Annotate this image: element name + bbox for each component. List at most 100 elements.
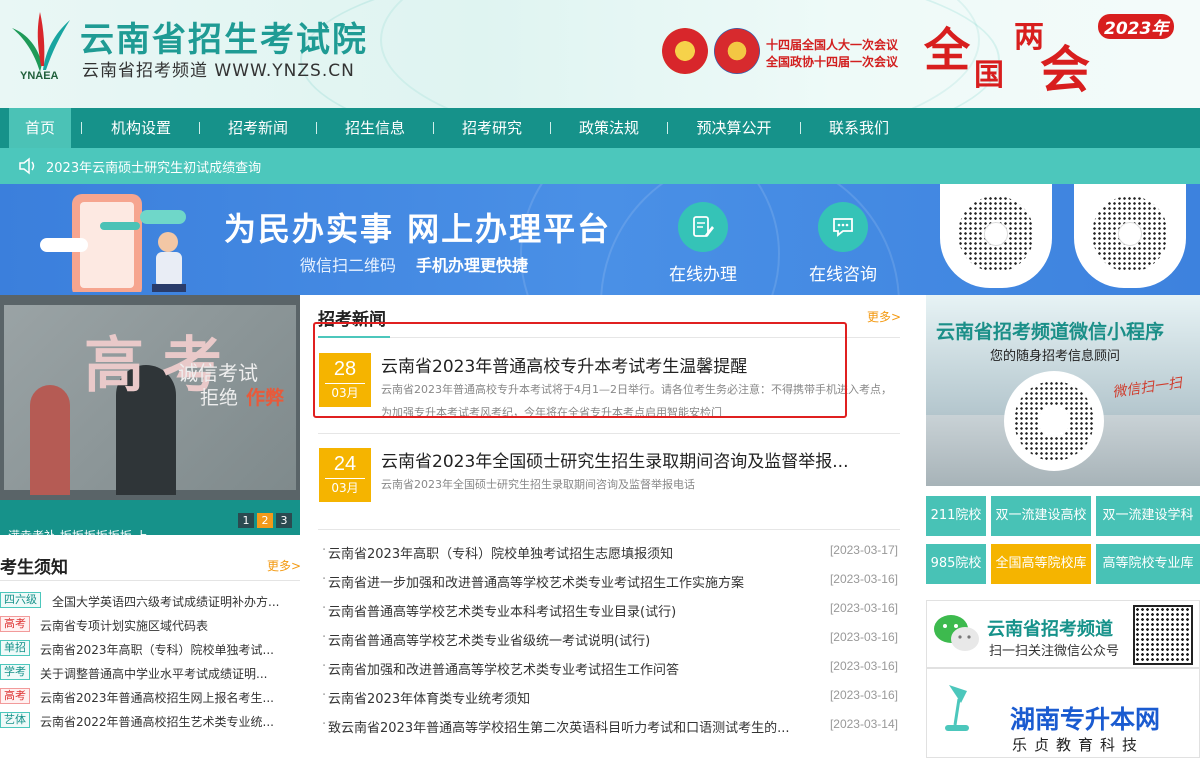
quick-link-double-first-class-universities[interactable]: 双一流建设高校: [991, 496, 1091, 536]
section-divider: [318, 529, 900, 530]
image-slider[interactable]: 高 考 诚信考试 拒绝 作弊 满幸考补 坂坂坂坂坂坂 上 1 2 3: [0, 295, 300, 535]
section-divider: [0, 580, 300, 581]
notice-more-link[interactable]: 更多>: [267, 557, 301, 574]
news-list-link[interactable]: 云南省2023年高职（专科）院校单独考试招生志愿填报须知: [328, 543, 673, 562]
online-consult-button[interactable]: [818, 202, 868, 252]
news-list-date: [2023-03-17]: [829, 543, 898, 557]
watermark-subtitle: 乐贞教育科技: [1012, 736, 1145, 754]
congress-line-1: 十四届全国人大一次会议: [766, 38, 899, 52]
quick-link-211[interactable]: 211院校: [926, 496, 986, 536]
nav-divider: [667, 122, 668, 134]
nav-divider: [550, 122, 551, 134]
news-list-item[interactable]: · 云南省加强和改进普通高等学校艺术类专业考试招生工作问答 [2023-03-1…: [322, 659, 900, 679]
news-list-item[interactable]: · 云南省普通高等学校艺术类专业省级统一考试说明(试行) [2023-03-16…: [322, 630, 900, 650]
notice-item-text[interactable]: 云南省2023年高职（专科）院校单独考试...: [40, 641, 298, 658]
news-list-link[interactable]: 云南省普通高等学校艺术类专业本科考试招生专业目录(试行): [328, 601, 676, 620]
date-day: 24: [333, 453, 357, 475]
featured-news-title[interactable]: 云南省2023年全国硕士研究生招生录取期间咨询及监督举报...: [381, 447, 848, 472]
news-list-item[interactable]: · 云南省进一步加强和改进普通高等学校艺术类专业考试招生工作实施方案 [2023…: [322, 572, 900, 592]
congress-line-2: 全国政协十四届一次会议: [766, 55, 899, 69]
site-header: YNAEA 云南省招生考试院 云南省招考频道 WWW.YNZS.CN 十四届全国…: [0, 0, 1200, 108]
mini-program-qr-code[interactable]: [1004, 371, 1104, 471]
notice-item[interactable]: 高考 云南省2023年普通高校招生网上报名考生...: [0, 687, 300, 707]
online-service-button[interactable]: [678, 202, 728, 252]
news-list-item[interactable]: · 云南省2023年高职（专科）院校单独考试招生志愿填报须知 [2023-03-…: [322, 543, 900, 563]
slide-dot[interactable]: 3: [276, 513, 292, 528]
news-list-link[interactable]: 致云南省2023年普通高等学校招生第二次英语科目听力考试和口语测试考生的...: [328, 717, 789, 736]
notice-item[interactable]: 四六级 全国大学英语四六级考试成绩证明补办方...: [0, 591, 300, 611]
notice-item-text[interactable]: 全国大学英语四六级考试成绩证明补办方...: [52, 593, 298, 610]
news-more-link[interactable]: 更多>: [867, 308, 901, 325]
wechat-account-card[interactable]: 云南省招考频道 扫一扫关注微信公众号: [926, 600, 1200, 668]
nav-item-news[interactable]: 招考新闻: [213, 108, 303, 148]
nav-divider: [81, 122, 82, 134]
slide-caption[interactable]: 满幸考补 坂坂坂坂坂坂 上: [8, 527, 188, 535]
bullet-icon: ·: [322, 543, 327, 558]
qr-code-icon: [1092, 196, 1168, 272]
news-list-link[interactable]: 云南省2023年体育类专业统考须知: [328, 688, 530, 707]
news-list-date: [2023-03-16]: [829, 572, 898, 586]
notice-item-text[interactable]: 云南省2023年普通高校招生网上报名考生...: [40, 689, 298, 706]
news-list-item[interactable]: · 云南省2023年体育类专业统考须知 [2023-03-16]: [322, 688, 900, 708]
notice-item[interactable]: 单招 云南省2023年高职（专科）院校单独考试...: [0, 639, 300, 659]
lianghui-char: 国: [974, 58, 1004, 93]
nav-item-budget[interactable]: 预决算公开: [681, 108, 787, 148]
notice-item[interactable]: 高考 云南省专项计划实施区域代码表: [0, 615, 300, 635]
site-subtitle: 云南省招考频道 WWW.YNZS.CN: [82, 61, 355, 81]
section-divider: [318, 433, 900, 434]
nav-divider: [433, 122, 434, 134]
wechat-icon: [934, 615, 979, 651]
quick-link-university-database[interactable]: 全国高等院校库: [991, 544, 1091, 584]
featured-news-summary: 云南省2023年全国硕士研究生招生录取期间咨询及监督举报电话: [381, 478, 695, 491]
online-service-label[interactable]: 在线办理: [669, 260, 737, 285]
nav-item-admissions[interactable]: 招生信息: [330, 108, 420, 148]
banner-qr-code[interactable]: [940, 184, 1052, 288]
notice-item-text[interactable]: 云南省2022年普通高校招生艺术类专业统...: [40, 713, 298, 730]
quick-link-985[interactable]: 985院校: [926, 544, 986, 584]
news-list-link[interactable]: 云南省加强和改进普通高等学校艺术类专业考试招生工作问答: [328, 659, 679, 678]
speaker-icon: [19, 157, 35, 175]
slide-dot[interactable]: 1: [238, 513, 254, 528]
notice-link[interactable]: 2023年云南硕士研究生初试成绩查询: [46, 157, 261, 176]
qr-logo-icon: [1118, 222, 1142, 246]
highlight-box: [313, 322, 847, 418]
nav-item-research[interactable]: 招考研究: [447, 108, 537, 148]
nav-divider: [800, 122, 801, 134]
watermark-title: 湖南专升本网: [1010, 705, 1161, 734]
news-list-link[interactable]: 云南省进一步加强和改进普通高等学校艺术类专业考试招生工作实施方案: [328, 572, 744, 591]
nav-item-policy[interactable]: 政策法规: [564, 108, 654, 148]
scan-hint: 微信扫一扫: [1111, 375, 1183, 401]
mini-program-card[interactable]: 云南省招考频道微信小程序 您的随身招考信息顾问 微信扫一扫: [926, 295, 1200, 486]
nav-item-contact[interactable]: 联系我们: [814, 108, 904, 148]
site-logo-icon[interactable]: [10, 4, 74, 76]
news-list-link[interactable]: 云南省普通高等学校艺术类专业省级统一考试说明(试行): [328, 630, 650, 649]
nav-item-home[interactable]: 首页: [9, 108, 71, 148]
year-badge: 2023年: [1098, 14, 1175, 39]
notice-item[interactable]: 艺体 云南省2022年普通高校招生艺术类专业统...: [0, 711, 300, 731]
desk-lamp-icon: [945, 685, 969, 731]
online-consult-label[interactable]: 在线咨询: [809, 260, 877, 285]
category-tag: 单招: [0, 640, 30, 656]
category-tag: 高考: [0, 616, 30, 632]
site-title[interactable]: 云南省招生考试院: [80, 12, 368, 61]
qr-code-icon: [958, 196, 1034, 272]
news-list-item[interactable]: · 云南省普通高等学校艺术类专业本科考试招生专业目录(试行) [2023-03-…: [322, 601, 900, 621]
bullet-icon: ·: [322, 572, 327, 587]
quick-link-major-database[interactable]: 高等院校专业库: [1096, 544, 1200, 584]
bullet-icon: ·: [322, 601, 327, 616]
banner-subtitle: 微信扫二维码: [300, 256, 397, 275]
slide-dot-active[interactable]: 2: [257, 513, 273, 528]
notice-item-text[interactable]: 关于调整普通高中学业水平考试成绩证明...: [40, 665, 298, 682]
nav-item-organization[interactable]: 机构设置: [96, 108, 186, 148]
notice-item-text[interactable]: 云南省专项计划实施区域代码表: [40, 617, 298, 634]
mini-program-subtitle: 您的随身招考信息顾问: [990, 349, 1121, 364]
quick-link-double-first-class-disciplines[interactable]: 双一流建设学科: [1096, 496, 1200, 536]
service-banner: 为民办实事 网上办理平台 微信扫二维码 手机办理更快捷 在线办理 在线咨询: [0, 184, 1200, 295]
banner-qr-code[interactable]: [1074, 184, 1186, 288]
category-tag: 学考: [0, 664, 30, 680]
nav-divider: [199, 122, 200, 134]
news-list-item[interactable]: · 致云南省2023年普通高等学校招生第二次英语科目听力考试和口语测试考生的..…: [322, 717, 900, 737]
phone-illustration: [40, 194, 186, 292]
wechat-qr-code-icon[interactable]: [1133, 605, 1193, 665]
notice-item[interactable]: 学考 关于调整普通高中学业水平考试成绩证明...: [0, 663, 300, 683]
